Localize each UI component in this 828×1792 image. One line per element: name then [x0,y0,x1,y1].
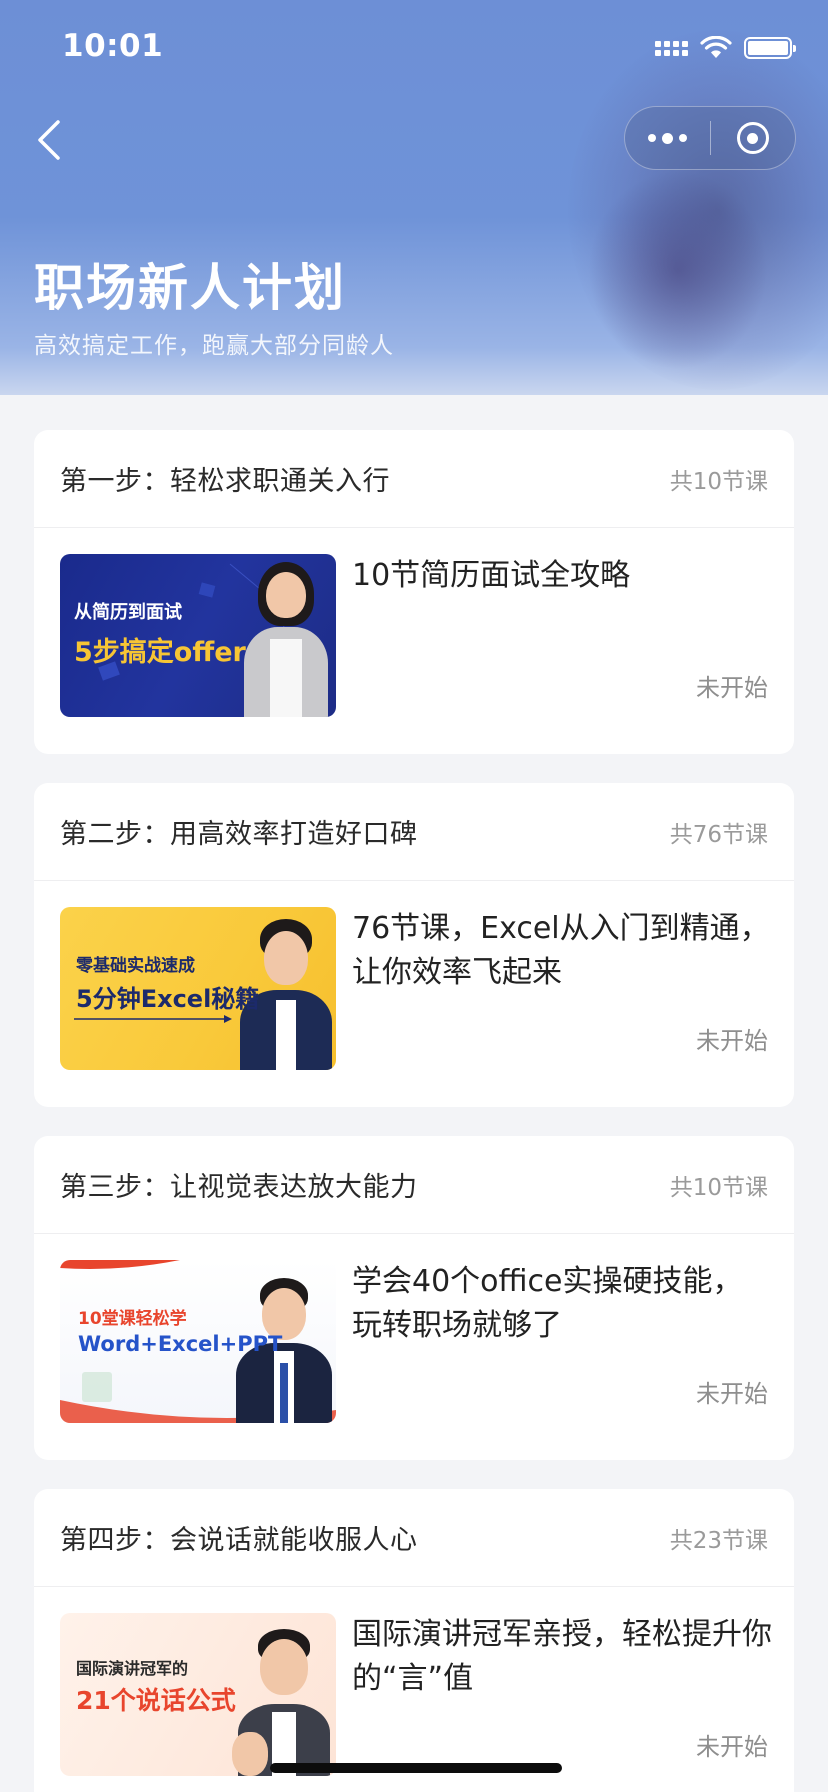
instructor-portrait [232,1613,336,1776]
wifi-icon [700,36,732,58]
home-indicator [270,1763,562,1773]
course-title: 10节简历面试全攻略 [352,558,631,593]
step-card-1: 第一步：轻松求职通关入行 共10节课 从简历到面试 5步搞定offer 10节简… [34,430,794,754]
close-miniprogram-button[interactable] [711,107,796,169]
more-options-button[interactable] [625,107,710,169]
course-thumbnail: 10堂课轻松学 Word+Excel+PPT [60,1260,336,1423]
step-card-2: 第二步：用高效率打造好口碑 共76节课 零基础实战速成 5分钟Excel秘籍 7… [34,783,794,1107]
step-title: 第一步：轻松求职通关入行 [60,466,390,497]
course-title: 76节课，Excel从入门到精通，让你效率飞起来 [352,911,770,990]
more-dots-icon [647,134,656,142]
course-title: 学会40个office实操硬技能，玩转职场就够了 [352,1264,743,1343]
thumbnail-line-1: 国际演讲冠军的 [76,1659,189,1678]
thumbnail-line-1: 10堂课轻松学 [78,1309,187,1329]
step-title: 第二步：用高效率打造好口碑 [60,819,418,850]
step-header[interactable]: 第三步：让视觉表达放大能力 共10节课 [34,1136,794,1234]
page-title: 职场新人计划 [34,259,346,317]
step-title: 第四步：会说话就能收服人心 [60,1525,418,1556]
course-status: 未开始 [696,674,768,702]
course-status: 未开始 [696,1733,768,1761]
course-item[interactable]: 10堂课轻松学 Word+Excel+PPT 学会40个office实操硬技能，… [34,1234,794,1460]
instructor-portrait [232,554,336,717]
lesson-count: 共76节课 [669,821,768,848]
battery-icon [744,37,796,59]
thumbnail-arrow [74,1015,232,1023]
step-header[interactable]: 第一步：轻松求职通关入行 共10节课 [34,430,794,528]
lesson-count: 共10节课 [669,468,768,495]
step-header[interactable]: 第四步：会说话就能收服人心 共23节课 [34,1489,794,1587]
course-item[interactable]: 国际演讲冠军的 21个说话公式 国际演讲冠军亲授，轻松提升你的“言”值 未开始 [34,1587,794,1792]
status-time: 10:01 [62,28,164,64]
step-header[interactable]: 第二步：用高效率打造好口碑 共76节课 [34,783,794,881]
course-status: 未开始 [696,1380,768,1408]
thumbnail-line-2: 5步搞定offer [74,637,246,668]
target-close-icon [736,122,769,154]
thumbnail-line-2: Word+Excel+PPT [78,1332,283,1356]
lesson-count: 共10节课 [669,1174,768,1201]
miniprogram-capsule [624,106,796,170]
thumbnail-line-2: 21个说话公式 [76,1686,236,1715]
step-card-4: 第四步：会说话就能收服人心 共23节课 国际演讲冠军的 21个说话公式 国际演讲… [34,1489,794,1792]
thumbnail-line-2: 5分钟Excel秘籍 [76,985,260,1013]
course-title: 国际演讲冠军亲授，轻松提升你的“言”值 [352,1617,772,1696]
back-arrow-icon[interactable] [32,118,68,162]
page-subtitle: 高效搞定工作，跑赢大部分同龄人 [34,333,394,359]
course-status: 未开始 [696,1027,768,1055]
thumbnail-line-1: 从简历到面试 [74,602,182,623]
course-thumbnail: 国际演讲冠军的 21个说话公式 [60,1613,336,1776]
course-thumbnail: 零基础实战速成 5分钟Excel秘籍 [60,907,336,1070]
course-thumbnail: 从简历到面试 5步搞定offer [60,554,336,717]
cellular-signal-icon [655,40,688,56]
thumbnail-line-1: 零基础实战速成 [76,956,195,976]
status-icons [655,36,796,60]
course-item[interactable]: 零基础实战速成 5分钟Excel秘籍 76节课，Excel从入门到精通，让你效率… [34,881,794,1107]
step-card-3: 第三步：让视觉表达放大能力 共10节课 10堂课轻松学 Word+Excel+P… [34,1136,794,1460]
page-header: 10:01 职场新人计划 高效搞定工作，跑赢大部分同龄人 [0,0,828,395]
step-title: 第三步：让视觉表达放大能力 [60,1172,418,1203]
course-item[interactable]: 从简历到面试 5步搞定offer 10节简历面试全攻略 未开始 [34,528,794,754]
header-blur-decoration-2 [588,170,768,370]
lesson-count: 共23节课 [669,1527,768,1554]
